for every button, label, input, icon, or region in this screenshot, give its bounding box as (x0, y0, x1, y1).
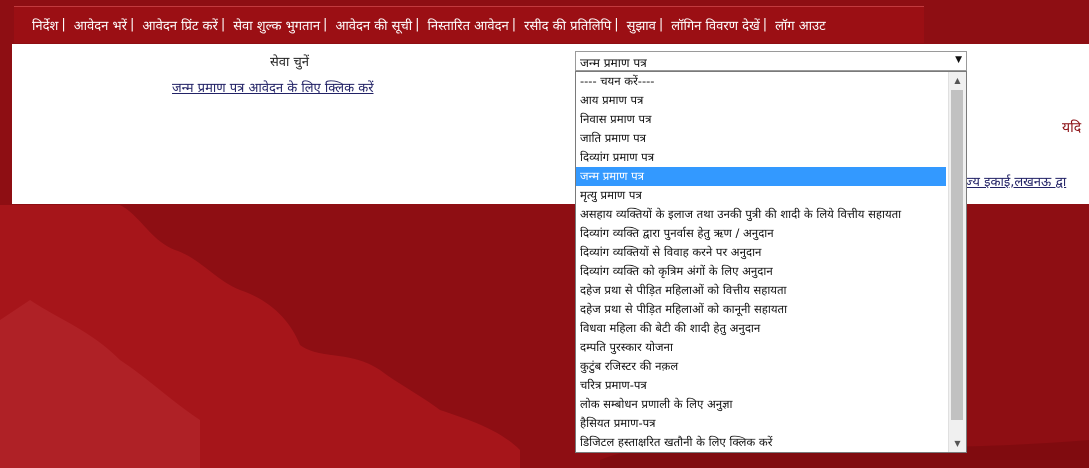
nav-link[interactable]: सुझाव (627, 16, 656, 34)
nav-link[interactable]: आवेदन की सूची (335, 16, 412, 34)
dropdown-option[interactable]: जाति प्रमाण पत्र (576, 129, 946, 148)
dropdown-option[interactable]: हैसियत प्रमाण-पत्र (576, 414, 946, 433)
nav-item: रसीद की प्रतिलिपि | (524, 16, 627, 34)
nav-separator: | (511, 17, 517, 32)
nav-separator: | (61, 17, 66, 32)
nav-item: लॉगिन विवरण देखें | (671, 16, 775, 34)
nav-link[interactable]: निर्देश (32, 16, 58, 34)
service-select-value: जन्म प्रमाण पत्र (580, 56, 647, 70)
dropdown-option[interactable]: मृत्यु प्रमाण पत्र (576, 186, 946, 205)
nav-menu: निर्देश | आवेदन भरें | आवेदन प्रिंट करें | सेव… (14, 6, 924, 43)
dropdown-option[interactable]: दिव्यांग व्यक्ति द्वारा पुनर्वास हेतु ऋण… (576, 224, 946, 243)
nav-item: सेवा शुल्क भुगतान | (233, 16, 335, 34)
truncated-office-link[interactable]: ज्य इकाई,लखनऊ द्वा (965, 172, 1066, 190)
dropdown-options: ---- चयन करें---- आय प्रमाण पत्र निवास प्र… (576, 72, 966, 452)
nav-link[interactable]: लॉगिन विवरण देखें (671, 16, 759, 34)
chevron-down-icon: ▼ (955, 55, 962, 65)
dropdown-option[interactable]: डिजिटल हस्ताक्षरित खतौनी के लिए क्लिक कर… (576, 433, 946, 452)
dropdown-option[interactable]: लोक सम्बोधन प्रणाली के लिए अनुज्ञा (576, 395, 946, 414)
dropdown-option[interactable]: आय प्रमाण पत्र (576, 91, 946, 110)
scroll-down-icon[interactable]: ▼ (949, 435, 966, 452)
nav-separator: | (762, 17, 768, 32)
nav-separator: | (614, 17, 619, 32)
scrollbar-thumb[interactable] (951, 90, 963, 420)
apply-birth-certificate-link[interactable]: जन्म प्रमाण पत्र आवेदन के लिए क्लिक करें (172, 78, 374, 96)
nav-item: निस्तारित आवेदन | (428, 16, 525, 34)
nav-link[interactable]: आवेदन भरें (74, 16, 127, 34)
nav-link[interactable]: लॉग आउट (775, 16, 826, 34)
nav-item: आवेदन भरें | (74, 16, 143, 34)
nav-separator: | (658, 17, 664, 32)
dropdown-option[interactable]: असहाय व्यक्तियों के इलाज तथा उनकी पुत्री… (576, 205, 946, 224)
nav-link[interactable]: रसीद की प्रतिलिपि (524, 16, 611, 34)
nav-separator: | (323, 17, 328, 32)
dropdown-option[interactable]: दहेज प्रथा से पीड़ित महिलाओं को कानूनी स… (576, 300, 946, 319)
service-select[interactable]: जन्म प्रमाण पत्र ▼ (575, 51, 967, 71)
dropdown-option[interactable]: निवास प्रमाण पत्र (576, 110, 946, 129)
nav-item: निर्देश | (32, 16, 74, 34)
dropdown-option[interactable]: विधवा महिला की बेटी की शादी हेतु अनुदान (576, 319, 946, 338)
dropdown-option[interactable]: कुटुंब रजिस्टर की नक़ल (576, 357, 946, 376)
service-select-label: सेवा चुनें (270, 55, 309, 70)
nav-link[interactable]: सेवा शुल्क भुगतान (233, 16, 320, 34)
truncated-notice-text: यदि (1062, 120, 1082, 136)
dropdown-option[interactable]: दिव्यांग प्रमाण पत्र (576, 148, 946, 167)
dropdown-option[interactable]: दहेज प्रथा से पीड़ित महिलाओं को वित्तीय … (576, 281, 946, 300)
nav-item: आवेदन प्रिंट करें | (142, 16, 233, 34)
nav-item: सुझाव | (627, 16, 672, 34)
dropdown-scrollbar[interactable]: ▲ ▼ (948, 72, 966, 452)
dropdown-option[interactable]: दिव्यांग व्यक्ति को कृत्रिम अंगों के लिए… (576, 262, 946, 281)
dropdown-option[interactable]: चरित्र प्रमाण-पत्र (576, 376, 946, 395)
dropdown-option[interactable]: ---- चयन करें---- (576, 72, 946, 91)
dropdown-option[interactable]: जन्म प्रमाण पत्र (576, 167, 946, 186)
nav-item: लॉग आउट (775, 16, 826, 34)
nav-link[interactable]: निस्तारित आवेदन (428, 16, 509, 34)
nav-item: आवेदन की सूची | (335, 16, 427, 34)
nav-separator: | (415, 17, 420, 32)
dropdown-option[interactable]: दम्पति पुरस्कार योजना (576, 338, 946, 357)
nav-separator: | (220, 17, 226, 32)
dropdown-option[interactable]: दिव्यांग व्यक्तियों से विवाह करने पर अनु… (576, 243, 946, 262)
service-dropdown-list[interactable]: ---- चयन करें---- आय प्रमाण पत्र निवास प्र… (575, 71, 967, 453)
scroll-up-icon[interactable]: ▲ (949, 72, 966, 89)
top-navigation-bar: निर्देश | आवेदन भरें | आवेदन प्रिंट करें | सेव… (14, 6, 924, 43)
nav-link[interactable]: आवेदन प्रिंट करें (142, 16, 218, 34)
nav-separator: | (129, 17, 135, 32)
